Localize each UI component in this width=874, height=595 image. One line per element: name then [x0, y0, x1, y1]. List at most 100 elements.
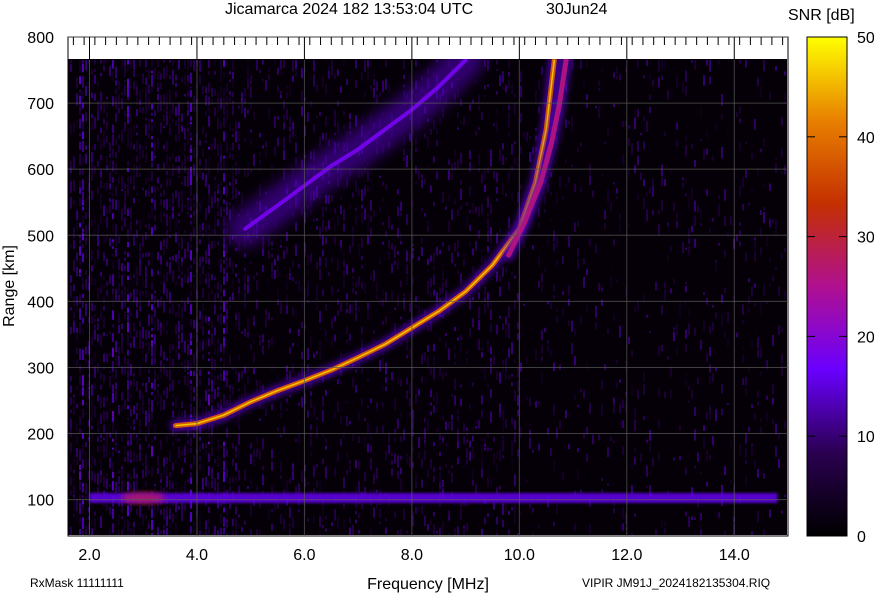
noise-speckle: [337, 121, 339, 134]
noise-speckle: [340, 302, 342, 312]
noise-speckle: [430, 185, 432, 193]
noise-speckle: [145, 123, 147, 136]
noise-speckle: [211, 196, 213, 209]
noise-speckle: [172, 379, 174, 391]
noise-speckle: [121, 469, 123, 476]
noise-speckle: [121, 323, 123, 330]
noise-speckle: [115, 369, 117, 379]
noise-speckle: [472, 318, 474, 327]
noise-speckle: [667, 253, 669, 262]
noise-speckle: [142, 275, 144, 287]
noise-speckle: [256, 272, 258, 276]
noise-speckle: [403, 156, 405, 161]
noise-speckle: [292, 60, 294, 72]
noise-speckle: [649, 73, 651, 80]
noise-speckle: [664, 391, 666, 399]
noise-speckle: [340, 438, 342, 446]
noise-speckle: [337, 379, 339, 385]
noise-speckle: [127, 241, 129, 248]
noise-speckle: [211, 87, 213, 97]
y-tick-label: 500: [27, 228, 54, 245]
noise-speckle: [775, 219, 777, 230]
noise-speckle: [187, 60, 189, 70]
noise-speckle: [313, 405, 315, 417]
noise-speckle: [148, 293, 150, 298]
noise-speckle: [151, 346, 153, 357]
noise-speckle: [319, 268, 321, 280]
noise-speckle: [250, 86, 252, 99]
noise-speckle: [76, 423, 78, 432]
noise-speckle: [748, 366, 750, 372]
noise-speckle: [496, 516, 498, 525]
noise-speckle: [511, 374, 513, 377]
noise-speckle: [448, 348, 450, 361]
noise-speckle: [616, 76, 618, 80]
noise-speckle: [343, 249, 345, 257]
noise-speckle: [385, 377, 387, 383]
noise-speckle: [85, 145, 87, 150]
noise-speckle: [94, 278, 96, 286]
noise-speckle: [694, 238, 696, 248]
noise-speckle: [151, 70, 153, 74]
noise-speckle: [439, 249, 441, 255]
noise-speckle: [637, 141, 639, 152]
noise-speckle: [664, 60, 666, 71]
noise-speckle: [271, 524, 273, 531]
noise-speckle: [427, 220, 429, 224]
noise-speckle: [259, 184, 261, 197]
noise-speckle: [250, 443, 252, 449]
noise-speckle: [70, 326, 72, 334]
noise-speckle: [268, 250, 270, 259]
noise-speckle: [547, 236, 549, 245]
noise-speckle: [202, 256, 204, 262]
noise-speckle: [379, 257, 381, 265]
noise-speckle: [136, 97, 138, 105]
noise-speckle: [202, 478, 204, 490]
noise-speckle: [307, 348, 309, 360]
noise-speckle: [271, 247, 273, 250]
noise-speckle: [136, 229, 138, 238]
noise-speckle: [166, 179, 168, 187]
noise-speckle: [151, 119, 153, 123]
noise-speckle: [148, 314, 150, 326]
noise-speckle: [106, 216, 108, 229]
noise-speckle: [448, 220, 450, 233]
noise-speckle: [187, 197, 189, 201]
noise-speckle: [169, 257, 171, 260]
noise-speckle: [211, 446, 213, 457]
noise-speckle: [85, 402, 87, 406]
noise-speckle: [187, 132, 189, 138]
x-tick-label: 10.0: [504, 547, 535, 564]
noise-speckle: [91, 302, 93, 311]
noise-speckle: [124, 274, 126, 277]
noise-speckle: [220, 155, 222, 161]
noise-speckle: [121, 435, 123, 442]
noise-speckle: [607, 190, 609, 202]
noise-speckle: [523, 303, 525, 306]
noise-speckle: [79, 118, 81, 129]
noise-speckle: [232, 72, 234, 79]
noise-speckle: [217, 455, 219, 462]
noise-speckle: [253, 368, 255, 375]
noise-speckle: [181, 271, 183, 275]
noise-speckle: [571, 128, 573, 132]
noise-speckle: [238, 286, 240, 294]
noise-speckle: [133, 323, 135, 332]
noise-speckle: [85, 225, 87, 236]
noise-speckle: [79, 258, 81, 267]
noise-speckle: [85, 459, 87, 470]
noise-speckle: [256, 529, 258, 535]
noise-speckle: [481, 255, 483, 263]
noise-speckle: [232, 386, 234, 395]
noise-speckle: [109, 371, 111, 374]
noise-speckle: [370, 274, 372, 280]
noise-speckle: [124, 60, 126, 67]
noise-speckle: [121, 92, 123, 95]
noise-speckle: [772, 419, 774, 425]
noise-speckle: [214, 228, 216, 235]
noise-speckle: [343, 125, 345, 130]
noise-speckle: [331, 257, 333, 262]
noise-speckle: [685, 372, 687, 376]
noise-speckle: [79, 494, 81, 503]
noise-speckle: [172, 513, 174, 524]
